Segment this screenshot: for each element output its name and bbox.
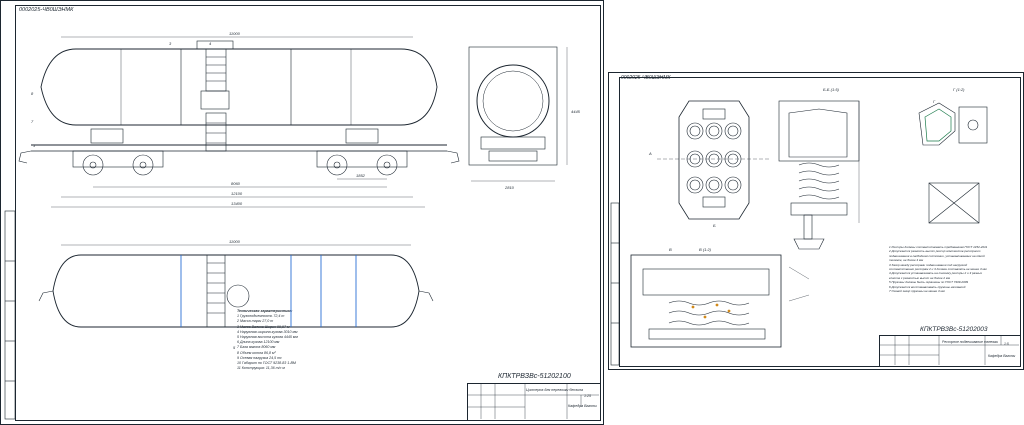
callout-label: 5 [233,345,236,350]
section-b-b-view [778,100,860,250]
sheet-2-drawing: Б-Б (1:5) Г (1:2) В (1:2) А Б В Г [610,87,1019,366]
spring-group-view [657,100,769,220]
view-marker-b: Б [713,223,716,228]
dim-base: 8060 [231,181,241,186]
callout-label: 3 [169,41,172,46]
view-label: В (1:2) [699,247,712,252]
callout-label: 4 [209,41,212,46]
callout-label: 1 [33,143,35,148]
callout-label: 7 [31,119,34,124]
bogie-right [316,150,408,176]
dim-plan-length: 11000 [229,239,241,244]
bogie-left [72,150,164,176]
dim-overall-length: 13400 [231,201,243,206]
tank-side-view [40,40,438,152]
tank-end-view [468,46,568,182]
view-label: Б-Б (1:5) [823,87,840,92]
view-label: Г (1:2) [953,87,965,92]
sheet-1-drawing: 11000 8060 12100 13400 1852 2810 4445 11… [4,31,599,420]
dim-end-width: 2810 [504,185,515,190]
drawing-sheet-1: 0002025-ЧВ0ШЭНМК Техническая характерист… [0,0,604,425]
callout-label: 8 [31,91,34,96]
tank-plan-view [38,244,434,328]
view-marker-v: В [669,247,672,252]
drawing-sheet-2: 0002025-ЧВ0ШЭНМК 1 Рессоры должны соотве… [608,72,1024,370]
dim-body-length: 12100 [231,191,243,196]
dim-bogie-base: 1852 [356,173,366,178]
section-a-view [630,254,810,348]
left-stamp-strip [4,210,16,420]
dim-end-height: 4445 [571,109,581,114]
view-marker-g: Г [933,99,936,104]
view-marker-a: А [648,151,652,156]
dim-length-top: 11000 [229,31,241,36]
view-g [918,102,988,224]
